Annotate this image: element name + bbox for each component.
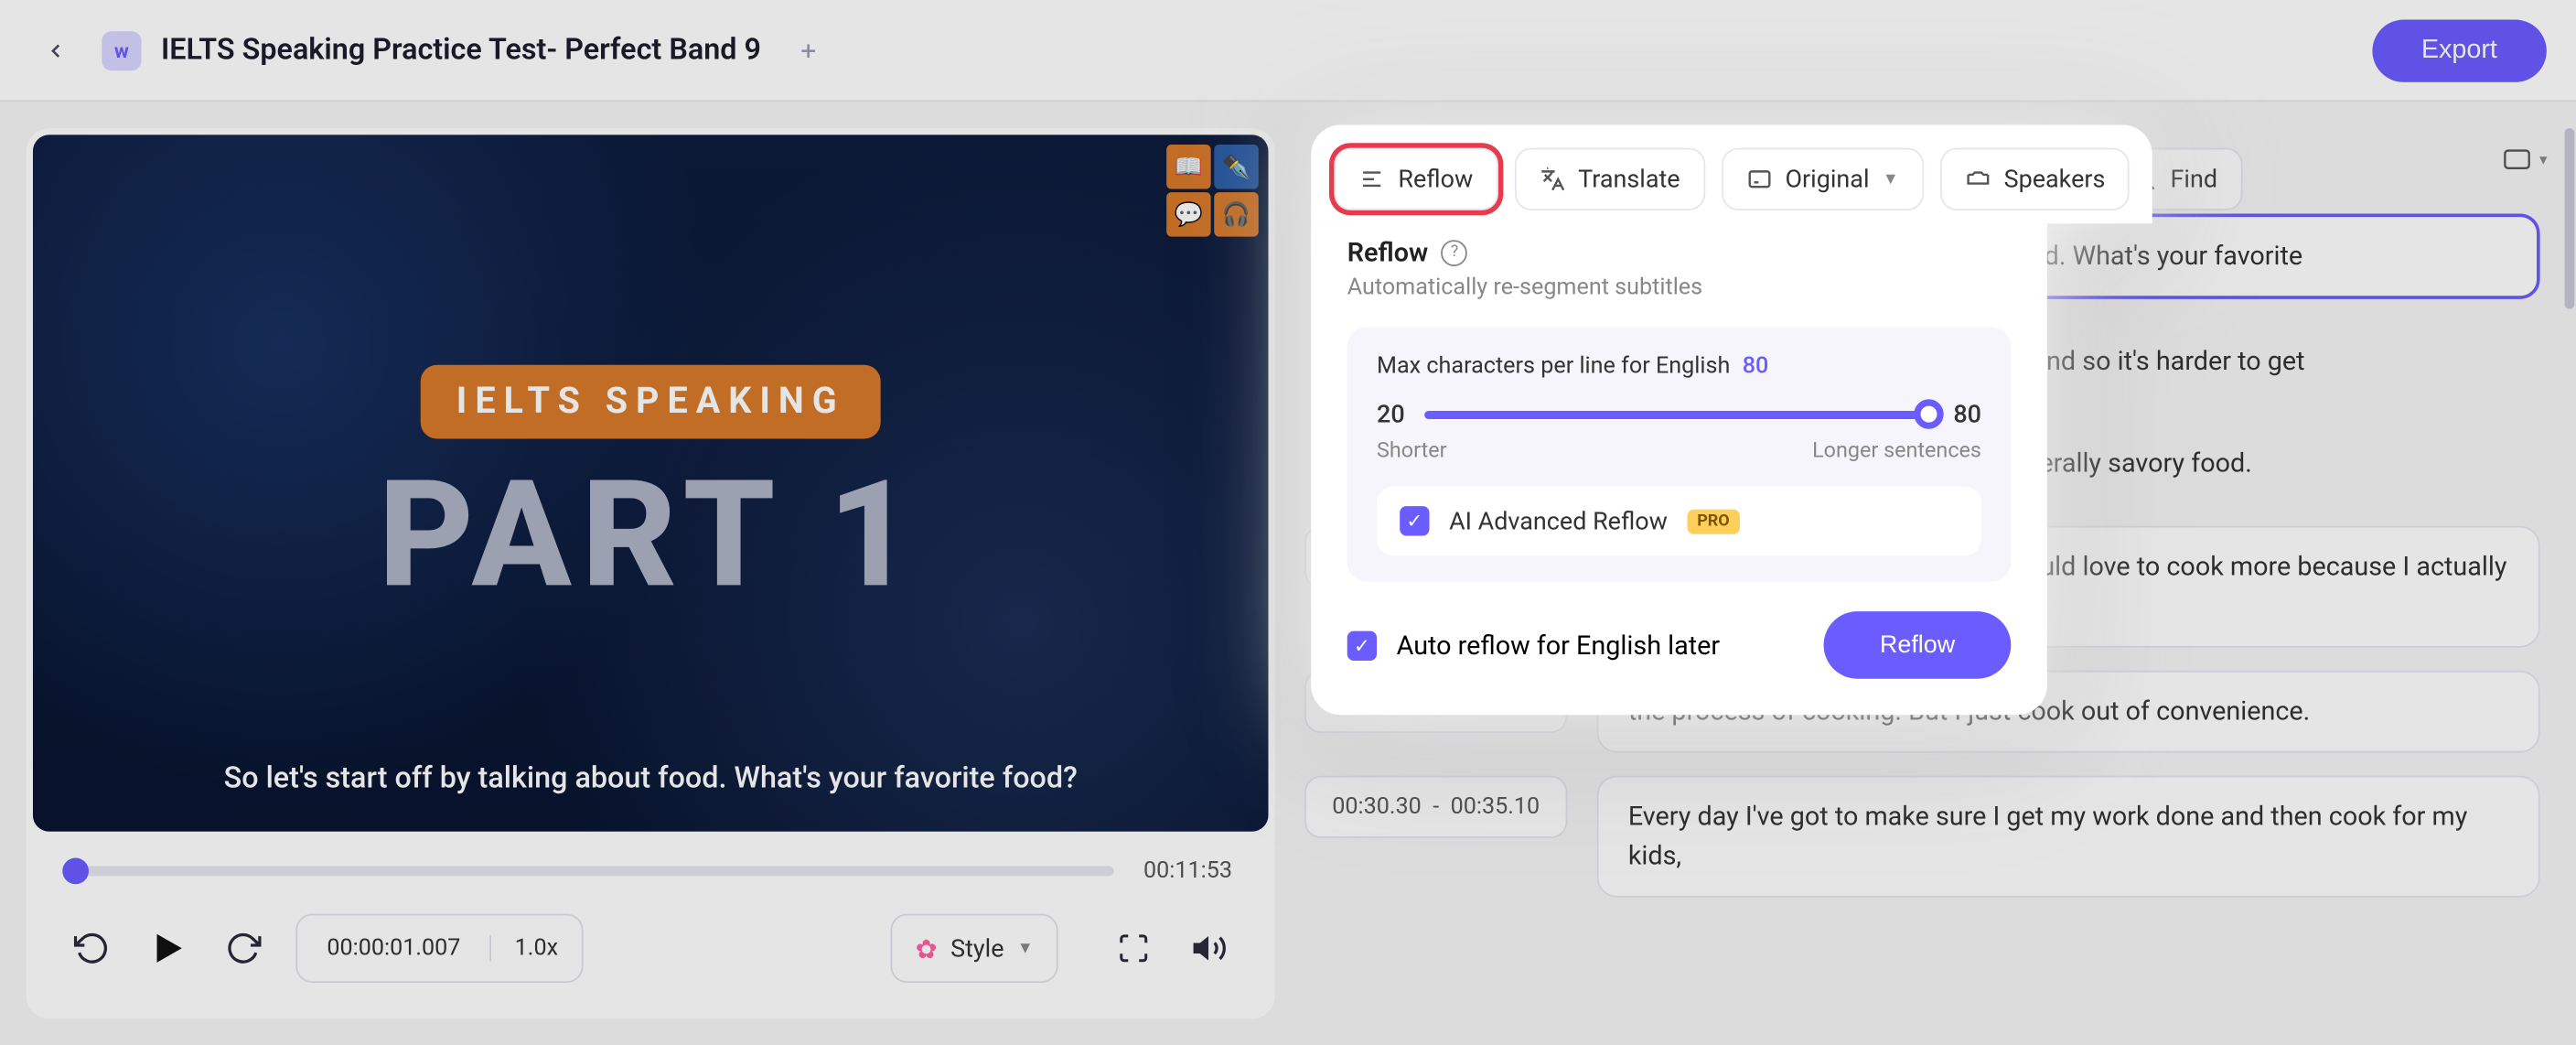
- speed-value[interactable]: 1.0x: [492, 935, 582, 962]
- forward-button[interactable]: [220, 925, 266, 971]
- reflow-icon: [1358, 166, 1385, 192]
- page-title: IELTS Speaking Practice Test- Perfect Ba…: [161, 33, 761, 68]
- slider-max: 80: [1953, 399, 1981, 428]
- reflow-settings-card: Max characters per line for English 80 2…: [1347, 327, 2012, 581]
- popover-title: Reflow: [1347, 237, 1429, 268]
- chevron-left-icon: [44, 38, 67, 61]
- style-label: Style: [950, 933, 1004, 963]
- play-icon: [146, 927, 189, 970]
- help-icon[interactable]: ?: [1442, 239, 1468, 265]
- play-button[interactable]: [145, 925, 190, 971]
- badge-headphones-icon: 🎧: [1214, 192, 1258, 236]
- back-button[interactable]: [33, 27, 79, 73]
- max-chars-slider[interactable]: [1424, 410, 1934, 418]
- ai-reflow-checkbox[interactable]: ✓: [1400, 506, 1429, 535]
- transcript-text[interactable]: Every day I've got to make sure I get my…: [1597, 776, 2540, 898]
- main: 📖 ✒️ 💬 🎧 IELTS SPEAKING PART 1 So let's …: [0, 102, 2576, 1045]
- max-chars-label: Max characters per line for English: [1377, 353, 1730, 380]
- original-tool-button[interactable]: Original ▼: [1721, 148, 1923, 210]
- slider-min-label: Shorter: [1377, 439, 1446, 464]
- slider-thumb[interactable]: [1914, 399, 1943, 428]
- translate-label: Translate: [1578, 165, 1680, 194]
- rewind-icon: [74, 931, 111, 967]
- flower-icon: ✿: [916, 932, 938, 964]
- export-button[interactable]: Export: [2372, 19, 2547, 81]
- add-button[interactable]: [788, 28, 831, 71]
- video-corner-badges: 📖 ✒️ 💬 🎧: [1166, 145, 1259, 237]
- translate-tool-button[interactable]: Translate: [1514, 148, 1704, 210]
- video-title-badge: IELTS SPEAKING: [420, 365, 881, 439]
- chevron-down-icon: ▼: [1883, 170, 1899, 189]
- translate-icon: [1539, 166, 1565, 192]
- captions-toggle[interactable]: ▼: [2504, 146, 2549, 173]
- style-button[interactable]: ✿ Style ▼: [891, 914, 1058, 983]
- ai-reflow-row[interactable]: ✓ AI Advanced Reflow PRO: [1377, 487, 1981, 555]
- chevron-down-icon: ▼: [1017, 939, 1034, 957]
- seek-thumb[interactable]: [62, 858, 89, 885]
- find-label: Find: [2171, 165, 2218, 194]
- reflow-popover: Reflow Translate Original ▼ Speakers: [1311, 124, 2152, 715]
- original-label: Original: [1786, 165, 1870, 194]
- video-frame[interactable]: 📖 ✒️ 💬 🎧 IELTS SPEAKING PART 1 So let's …: [33, 135, 1269, 832]
- transcript-timestamp[interactable]: 00:30.30 - 00:35.10: [1304, 776, 1567, 838]
- slider-min: 20: [1377, 399, 1405, 428]
- fullscreen-button[interactable]: [1111, 925, 1156, 971]
- transcript-row: 00:30.30 - 00:35.10 Every day I've got t…: [1304, 776, 2540, 898]
- video-caption: So let's start off by talking about food…: [33, 761, 1269, 796]
- seek-bar[interactable]: [69, 866, 1113, 876]
- timecode-box[interactable]: 00:00:01.007 1.0x: [295, 914, 583, 983]
- volume-icon: [1191, 931, 1228, 967]
- pro-badge: PRO: [1687, 509, 1739, 533]
- volume-button[interactable]: [1186, 925, 1232, 971]
- reflow-action-button[interactable]: Reflow: [1824, 611, 2011, 679]
- badge-pen-icon: ✒️: [1214, 145, 1258, 189]
- rewind-button[interactable]: [69, 925, 114, 971]
- video-duration: 00:11:53: [1143, 858, 1232, 885]
- forward-icon: [225, 931, 262, 967]
- top-bar: w IELTS Speaking Practice Test- Perfect …: [0, 0, 2576, 102]
- popover-subtitle: Automatically re-segment subtitles: [1347, 275, 2012, 301]
- ai-reflow-label: AI Advanced Reflow: [1449, 506, 1668, 535]
- fullscreen-icon: [1117, 932, 1150, 964]
- speakers-icon: [1965, 166, 1991, 192]
- original-icon: [1745, 166, 1772, 192]
- badge-chat-icon: 💬: [1166, 192, 1210, 236]
- chevron-down-icon: ▼: [2537, 152, 2549, 167]
- badge-book-icon: 📖: [1166, 145, 1210, 189]
- video-panel: 📖 ✒️ 💬 🎧 IELTS SPEAKING PART 1 So let's …: [27, 128, 1275, 1018]
- plus-icon: [797, 38, 820, 61]
- max-chars-value: 80: [1743, 353, 1769, 380]
- app-badge: w: [102, 30, 141, 70]
- captions-icon: [2504, 146, 2530, 173]
- scrollbar[interactable]: [2563, 102, 2576, 1045]
- auto-reflow-label: Auto reflow for English later: [1397, 630, 1721, 661]
- timecode-value: 00:00:01.007: [297, 935, 491, 962]
- slider-max-label: Longer sentences: [1812, 439, 1981, 464]
- speakers-label: Speakers: [2004, 165, 2106, 194]
- auto-reflow-checkbox[interactable]: ✓: [1347, 630, 1377, 660]
- reflow-tool-button[interactable]: Reflow: [1334, 148, 1497, 210]
- video-big-title: PART 1: [33, 448, 1269, 621]
- scrollbar-thumb[interactable]: [2565, 128, 2575, 309]
- reflow-label: Reflow: [1398, 165, 1473, 194]
- speakers-tool-button[interactable]: Speakers: [1940, 148, 2131, 210]
